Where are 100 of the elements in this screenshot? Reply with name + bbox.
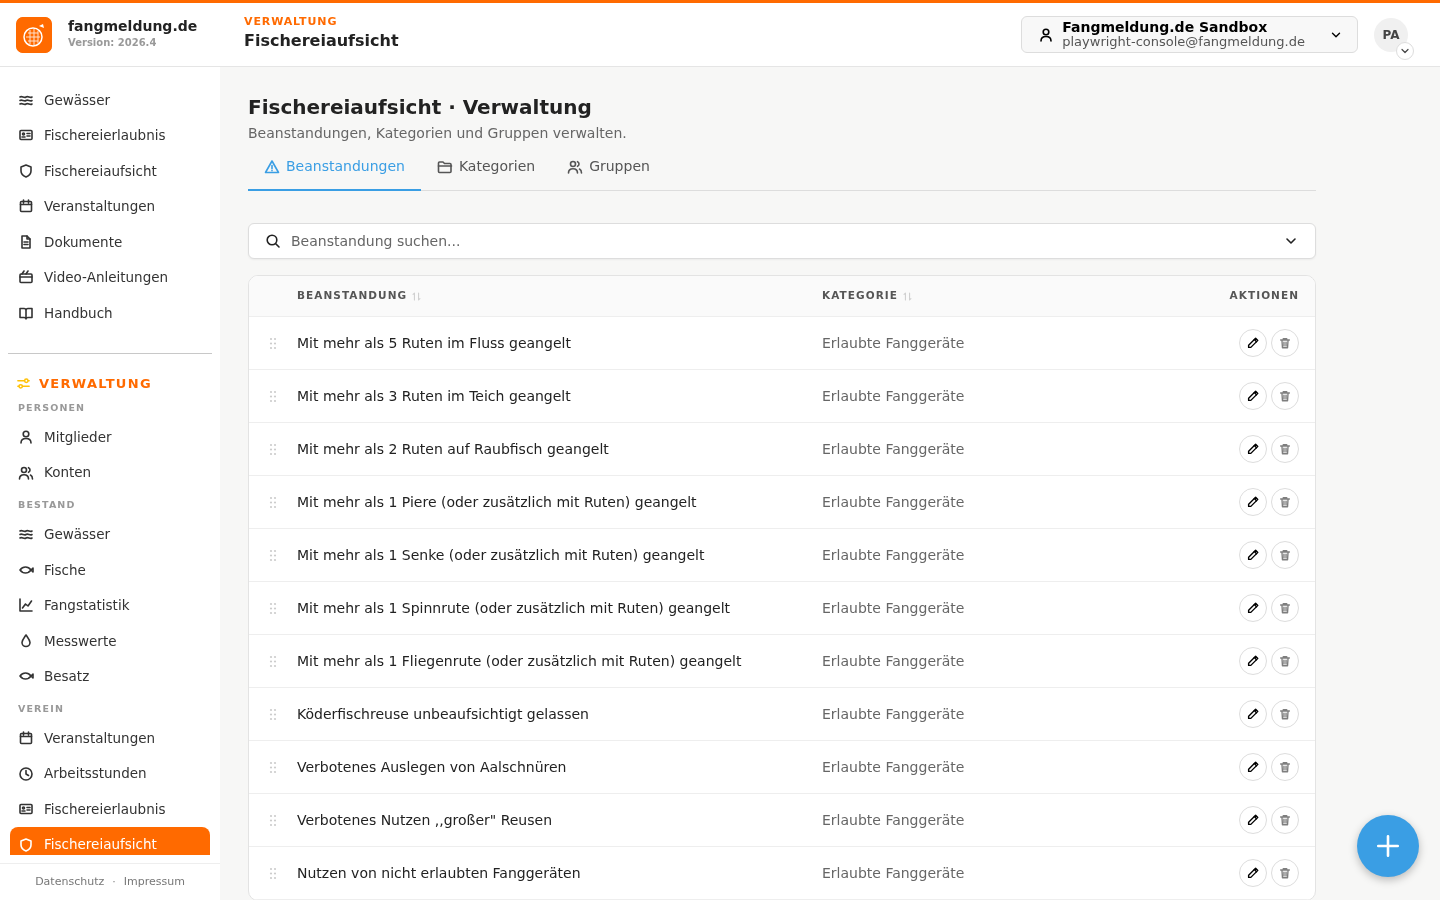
edit-button[interactable] (1239, 488, 1267, 516)
edit-button[interactable] (1239, 700, 1267, 728)
separator-dot: · (112, 873, 116, 890)
drag-handle-icon[interactable] (269, 707, 277, 721)
sidebar-item[interactable]: Besatz (0, 658, 210, 694)
sidebar-item[interactable]: Gewässer (0, 82, 210, 118)
logo (16, 16, 52, 53)
admin-heading: VERWALTUNG (39, 374, 152, 393)
brand-name: fangmeldung.de (68, 19, 198, 35)
sidebar-item[interactable]: Gewässer (0, 516, 210, 552)
table-cell: Erlaubte Fanggeräte (822, 599, 965, 616)
table-cell: Erlaubte Fanggeräte (822, 758, 965, 775)
tab[interactable]: Kategorien (420, 148, 552, 191)
id-card-icon (18, 801, 34, 817)
edit-button[interactable] (1239, 541, 1267, 569)
sidebar-item[interactable]: Fangstatistik (0, 587, 210, 623)
sidebar-item[interactable]: Fischereierlaubnis (0, 117, 210, 153)
table-cell: Erlaubte Fanggeräte (822, 864, 965, 881)
sidebar-item[interactable]: Handbuch (0, 295, 210, 331)
pencil-icon (1246, 548, 1260, 562)
drag-handle-icon[interactable] (269, 495, 277, 509)
delete-button[interactable] (1271, 753, 1299, 781)
drag-handle-icon[interactable] (269, 336, 277, 350)
users-icon (567, 158, 584, 175)
footer-link[interactable]: Impressum (123, 873, 185, 891)
edit-button[interactable] (1239, 647, 1267, 675)
account-switcher[interactable]: Fangmeldung.de Sandbox playwright-console@fangmeldung.de (1021, 16, 1358, 53)
search-icon (265, 233, 281, 249)
edit-button[interactable] (1239, 435, 1267, 463)
settings-icon (16, 375, 31, 391)
table-cell: Erlaubte Fanggeräte (822, 493, 965, 510)
sidebar-item[interactable]: Fischereiaufsicht (0, 153, 210, 189)
plus-icon (1375, 833, 1401, 859)
header-title: Fischereiaufsicht (244, 29, 400, 52)
delete-button[interactable] (1271, 488, 1299, 516)
delete-button[interactable] (1271, 541, 1299, 569)
sidebar-item[interactable]: Mitglieder (0, 419, 210, 455)
edit-button[interactable] (1239, 806, 1267, 834)
delete-button[interactable] (1271, 700, 1299, 728)
sidebar-item[interactable]: Veranstaltungen (0, 720, 210, 756)
drag-handle-icon[interactable] (269, 548, 277, 562)
edit-button[interactable] (1239, 382, 1267, 410)
delete-button[interactable] (1271, 859, 1299, 887)
table-cell: Erlaubte Fanggeräte (822, 440, 965, 457)
delete-button[interactable] (1271, 382, 1299, 410)
table-cell: Erlaubte Fanggeräte (822, 546, 965, 563)
tab[interactable]: Gruppen (551, 148, 666, 191)
drag-handle-icon[interactable] (269, 760, 277, 774)
add-button[interactable] (1357, 815, 1419, 877)
sidebar-item[interactable]: Fischereierlaubnis (0, 791, 210, 827)
pencil-icon (1246, 336, 1260, 350)
trash-icon (1278, 760, 1292, 774)
edit-button[interactable] (1239, 753, 1267, 781)
trash-icon (1278, 548, 1292, 562)
video-icon (18, 269, 34, 286)
delete-button[interactable] (1271, 435, 1299, 463)
sidebar-item[interactable]: Veranstaltungen (0, 188, 210, 224)
table-cell: Mit mehr als 3 Ruten im Teich geangelt (297, 387, 571, 404)
delete-button[interactable] (1271, 594, 1299, 622)
shield-icon (18, 836, 34, 853)
sidebar-item[interactable]: Messwerte (0, 623, 210, 659)
calendar-icon (18, 730, 34, 746)
trash-icon (1278, 336, 1292, 350)
edit-button[interactable] (1239, 594, 1267, 622)
column-header[interactable]: BEANSTANDUNG (297, 288, 408, 304)
sidebar-item[interactable]: Video-Anleitungen (0, 259, 210, 295)
drag-handle-icon[interactable] (269, 866, 277, 880)
sidebar-item[interactable]: Fische (0, 552, 210, 588)
delete-button[interactable] (1271, 806, 1299, 834)
column-header[interactable]: KATEGORIE (822, 288, 898, 304)
delete-button[interactable] (1271, 329, 1299, 357)
table-cell: Erlaubte Fanggeräte (822, 705, 965, 722)
table-cell: Erlaubte Fanggeräte (822, 811, 965, 828)
edit-button[interactable] (1239, 329, 1267, 357)
sidebar-item[interactable]: Konten (0, 454, 210, 491)
sidebar-item[interactable]: Dokumente (0, 224, 210, 260)
drag-handle-icon[interactable] (269, 813, 277, 827)
pencil-icon (1246, 442, 1260, 456)
chart-icon (18, 597, 34, 614)
trash-icon (1278, 654, 1292, 668)
drag-handle-icon[interactable] (269, 389, 277, 403)
sidebar-item[interactable]: Arbeitsstunden (0, 755, 210, 792)
calendar-icon (18, 198, 34, 215)
user-icon (1038, 26, 1055, 43)
folder-icon (436, 158, 453, 175)
trash-icon (1278, 707, 1292, 721)
delete-button[interactable] (1271, 647, 1299, 675)
drag-handle-icon[interactable] (269, 601, 277, 615)
drop-icon (18, 632, 34, 649)
pencil-icon (1246, 495, 1260, 509)
drag-handle-icon[interactable] (269, 442, 277, 456)
footer-link[interactable]: Datenschutz (35, 873, 105, 891)
pencil-icon (1246, 760, 1260, 774)
edit-button[interactable] (1239, 859, 1267, 887)
pencil-icon (1246, 601, 1260, 615)
table-cell: Verbotenes Auslegen von Aalschnüren (297, 758, 567, 775)
drag-handle-icon[interactable] (269, 654, 277, 668)
group-heading: BESTAND (17, 498, 77, 513)
table-cell: Erlaubte Fanggeräte (822, 652, 965, 669)
pencil-icon (1246, 654, 1260, 668)
